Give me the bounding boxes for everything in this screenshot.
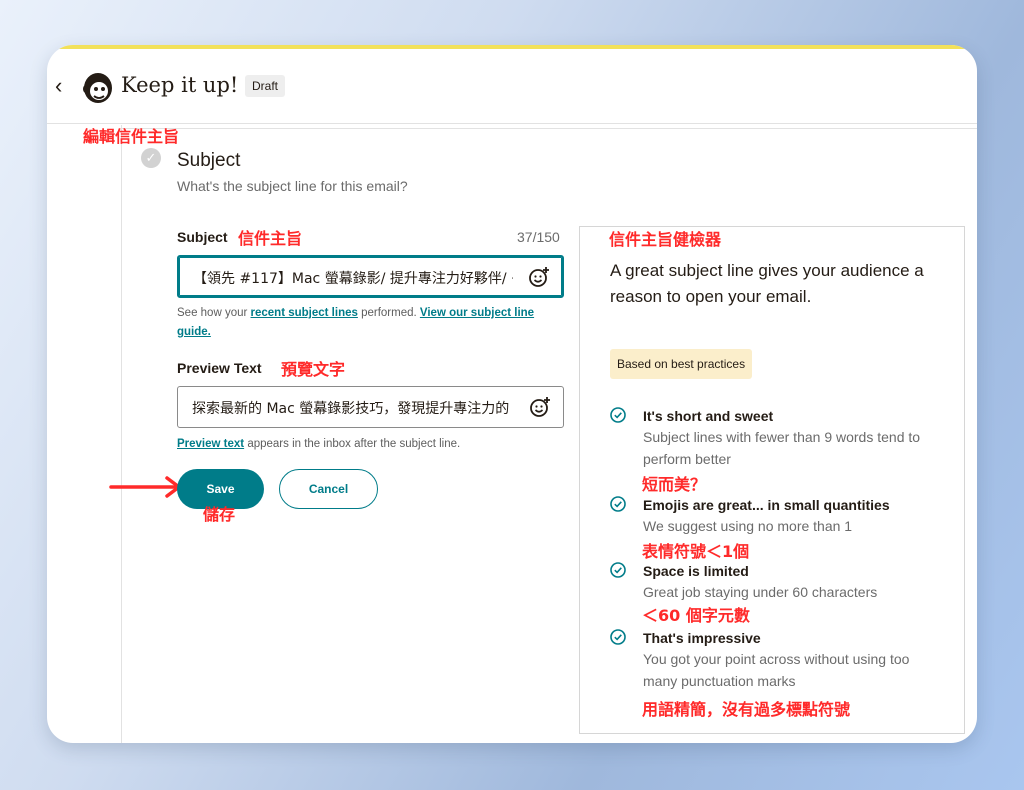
preview-help-suffix: appears in the inbox after the subject l… — [244, 438, 461, 450]
subject-label: Subject — [177, 229, 228, 245]
annotation-impressive: 用語精簡，沒有過多標點符號 — [642, 700, 851, 719]
tip-description: Great job staying under 60 characters — [643, 584, 878, 600]
tip-description: Subject lines with fewer than 9 words te… — [643, 429, 921, 467]
subject-checker-panel: A great subject line gives your audience… — [579, 226, 965, 734]
emoji-add-icon[interactable] — [529, 396, 551, 418]
chevron-left-icon[interactable]: ‹ — [55, 75, 62, 97]
section-subtitle: What's the subject line for this email? — [177, 178, 408, 194]
recent-subject-lines-link[interactable]: recent subject lines — [251, 307, 358, 319]
annotation-preview: 預覽文字 — [281, 360, 346, 379]
annotation-space: ＜60 個字元數 — [642, 606, 750, 625]
horizontal-divider — [121, 128, 977, 129]
tip-title: It's short and sweet — [643, 408, 774, 424]
annotation-edit-subject: 編輯信件主旨 — [83, 127, 180, 146]
preview-text-label: Preview Text — [177, 360, 262, 376]
tip-title: Space is limited — [643, 563, 749, 579]
main-card: ‹ Keep it up! Draft 編輯信件主旨 ✓ Subject Wha… — [47, 45, 977, 743]
check-circle-icon — [610, 496, 626, 512]
subject-input[interactable]: 【領先 #117】Mac 螢幕錄影/ 提升專注力好夥伴/ · — [177, 255, 564, 298]
status-badge: Draft — [245, 75, 286, 97]
annotation-emoji: 表情符號＜1個 — [642, 542, 750, 561]
preview-text-link[interactable]: Preview text — [177, 438, 244, 450]
tip-description: We suggest using no more than 1 — [643, 518, 853, 534]
annotation-checker: 信件主旨健檢器 — [609, 230, 722, 249]
cancel-button[interactable]: Cancel — [279, 469, 378, 509]
subject-input-value: 【領先 #117】Mac 螢幕錄影/ 提升專注力好夥伴/ · — [193, 271, 513, 287]
annotation-short-sweet: 短而美？ — [642, 475, 707, 494]
tip-title: Emojis are great... in small quantities — [643, 497, 890, 513]
mailchimp-logo-icon — [83, 73, 112, 103]
help-text-middle: performed. — [357, 307, 420, 319]
vertical-divider — [121, 125, 122, 743]
preview-input-value: 探索最新的 Mac 螢幕錄影技巧，發現提升專注力的 — [192, 401, 510, 417]
subject-help-text: See how your recent subject lines perfor… — [177, 304, 567, 342]
tip-description: You got your point across without using … — [643, 651, 910, 689]
help-text-prefix: See how your — [177, 307, 251, 319]
tip-title: That's impressive — [643, 630, 761, 646]
annotation-subject: 信件主旨 — [238, 229, 303, 248]
emoji-add-icon[interactable] — [528, 266, 550, 288]
panel-headline: A great subject line gives your audience… — [610, 261, 924, 306]
character-count: 37/150 — [517, 229, 560, 245]
preview-text-input[interactable]: 探索最新的 Mac 螢幕錄影技巧，發現提升專注力的 — [177, 386, 564, 428]
step-check-icon: ✓ — [141, 148, 161, 168]
check-circle-icon — [610, 562, 626, 578]
best-practices-badge: Based on best practices — [610, 349, 753, 379]
annotation-save: 儲存 — [203, 505, 236, 524]
header-bar: ‹ Keep it up! Draft — [47, 49, 977, 124]
section-title: Subject — [177, 150, 241, 171]
check-circle-icon — [610, 629, 626, 645]
preview-help-text: Preview text appears in the inbox after … — [177, 435, 567, 454]
page-title: Keep it up! — [121, 73, 239, 97]
check-circle-icon — [610, 407, 626, 423]
